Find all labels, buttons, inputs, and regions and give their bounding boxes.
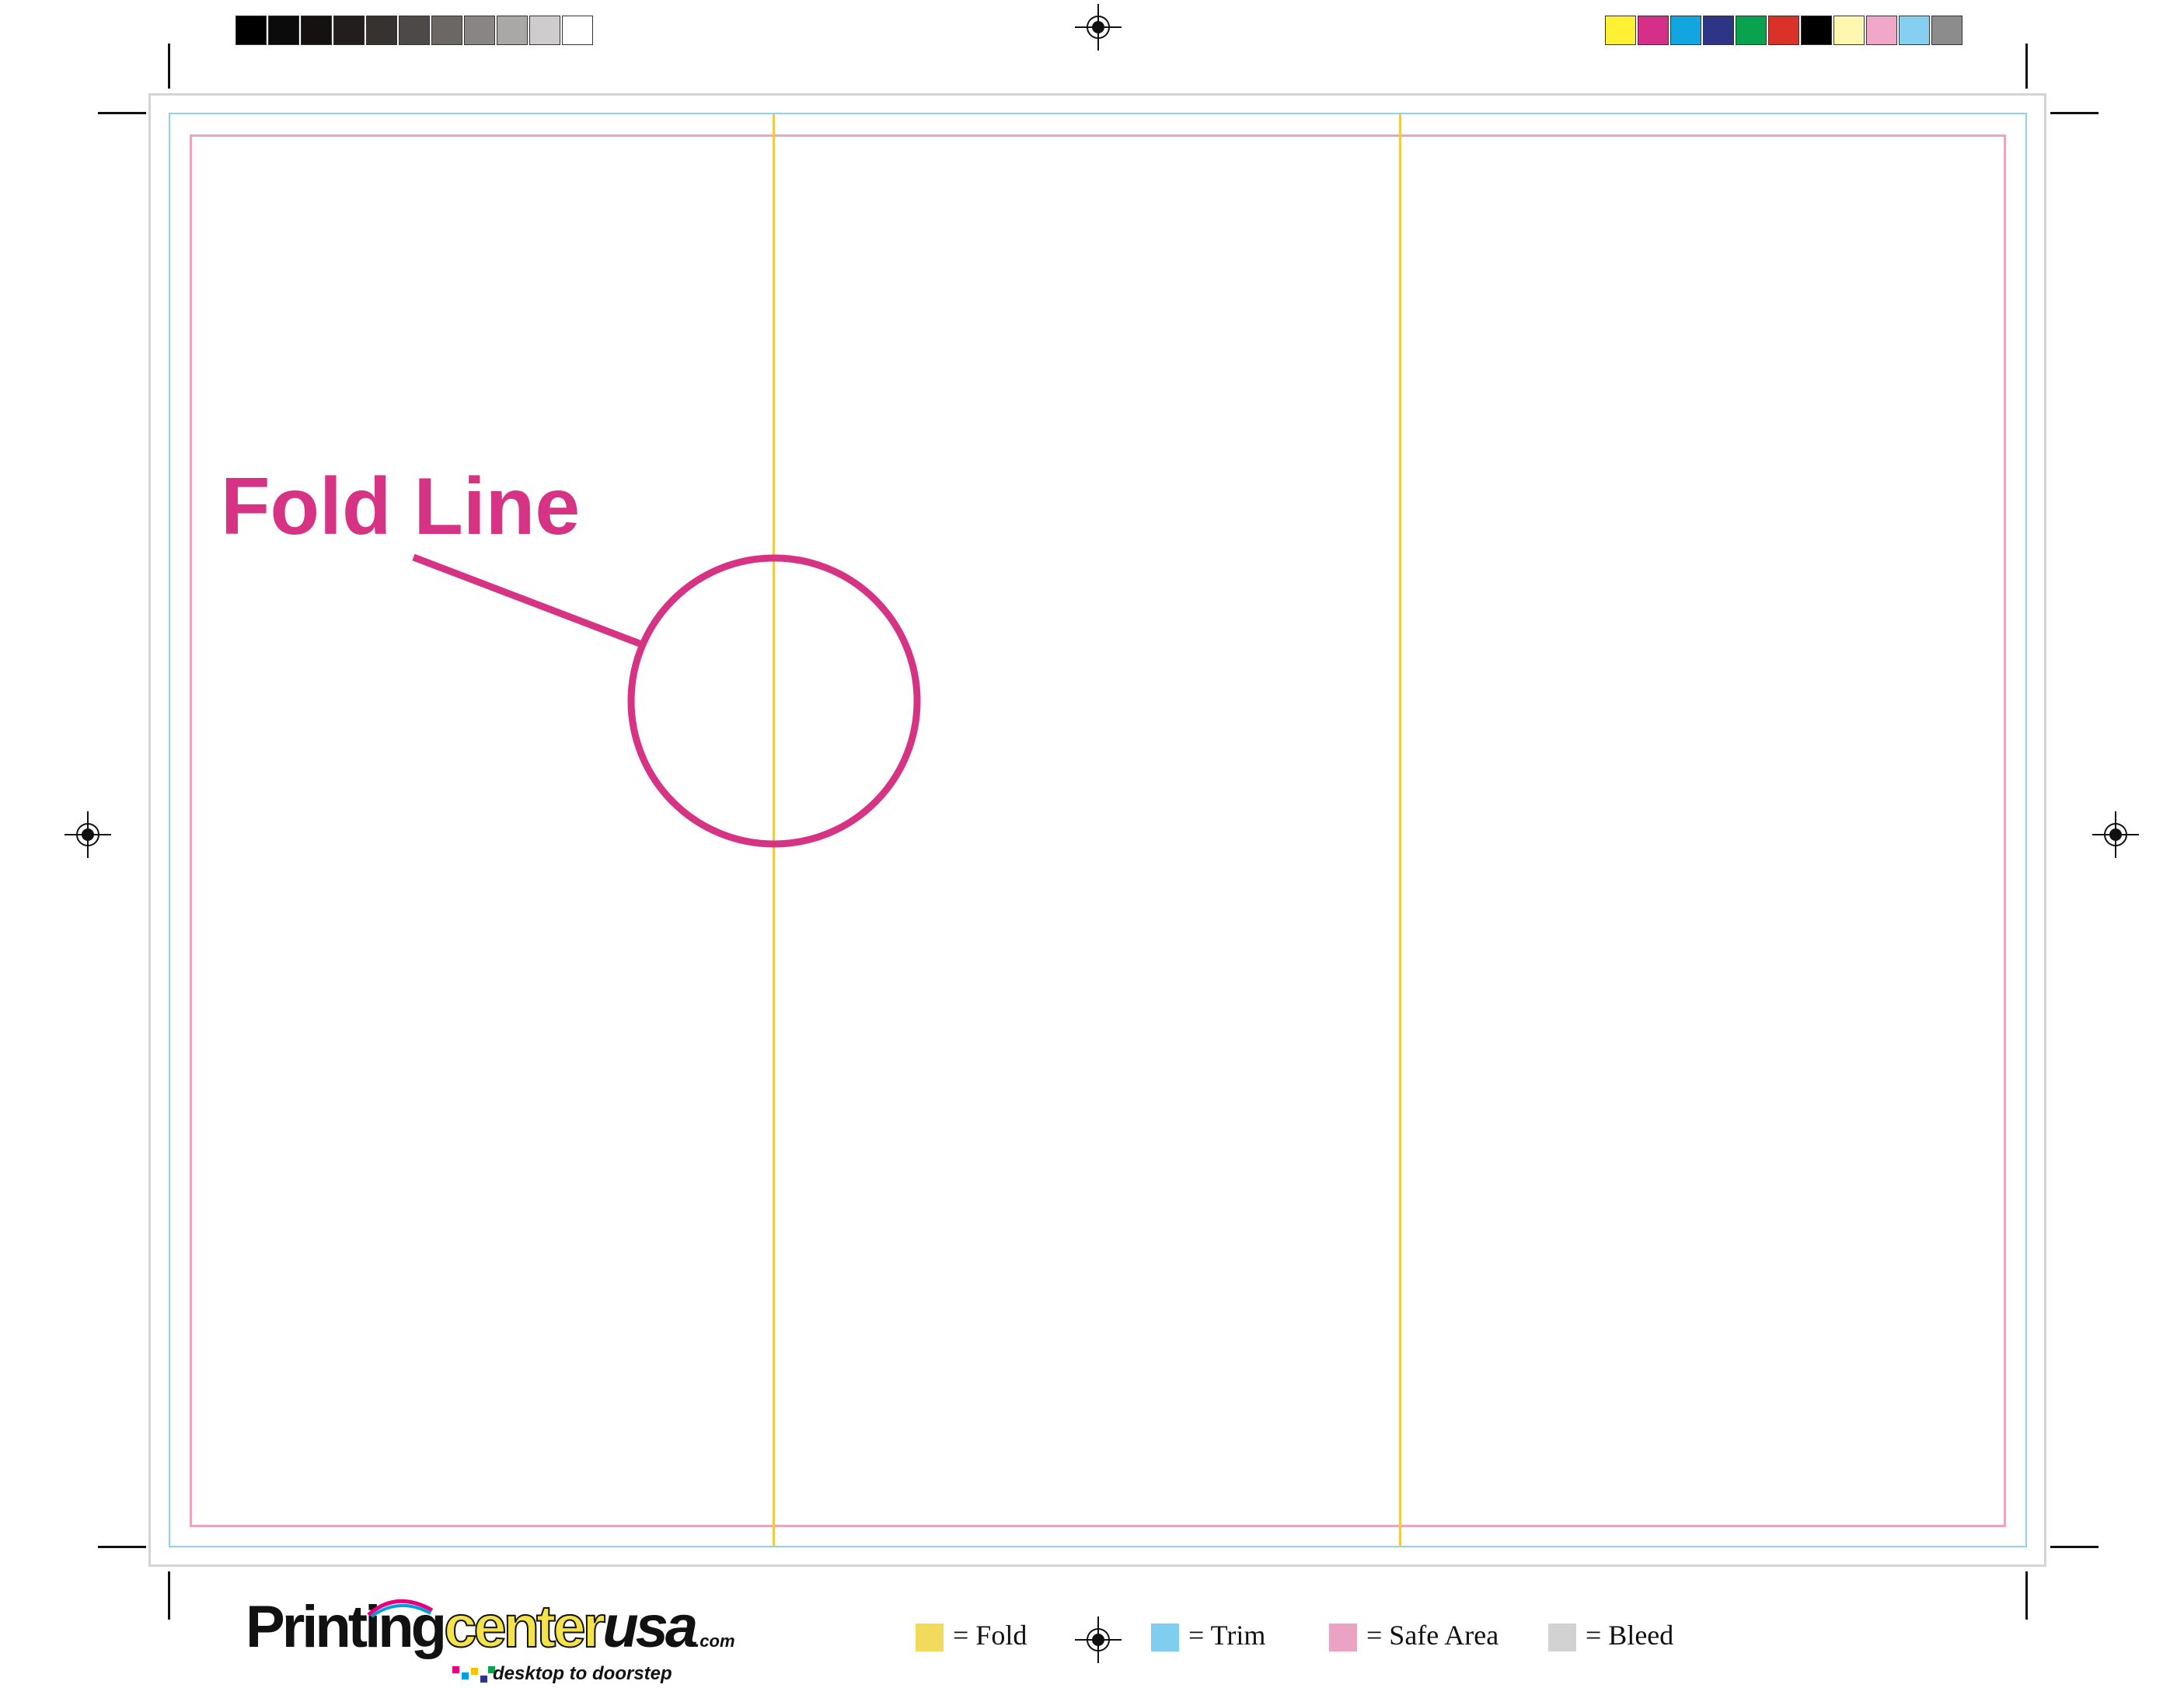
process-color-swatch bbox=[1768, 16, 1799, 45]
process-color-swatch bbox=[1736, 16, 1767, 45]
grayscale-swatch bbox=[562, 16, 593, 45]
legend-swatch-trim bbox=[1151, 1623, 1179, 1651]
grayscale-swatch bbox=[268, 16, 299, 45]
grayscale-swatch bbox=[333, 16, 365, 45]
printingcenterusa-logo: Printingcenterusa.com bbox=[246, 1597, 735, 1658]
process-color-swatch bbox=[1670, 16, 1701, 45]
grayscale-swatch bbox=[366, 16, 397, 45]
legend-swatch-fold bbox=[916, 1623, 944, 1651]
logo-text-com: .com bbox=[695, 1631, 735, 1651]
registration-mark-left bbox=[65, 811, 111, 858]
grayscale-swatch bbox=[235, 16, 267, 45]
crop-mark-bottom-right-vertical bbox=[2025, 1571, 2028, 1620]
legend-swatch-safe-area bbox=[1329, 1623, 1357, 1651]
grayscale-swatch bbox=[464, 16, 495, 45]
registration-mark-top bbox=[1075, 4, 1122, 51]
logo-confetti-graphic bbox=[452, 1666, 495, 1683]
grayscale-swatch bbox=[529, 16, 560, 45]
process-color-swatch bbox=[1899, 16, 1930, 45]
process-color-swatch bbox=[1703, 16, 1734, 45]
crop-mark-top-left-vertical bbox=[168, 44, 170, 89]
crop-mark-bottom-left-horizontal bbox=[98, 1546, 146, 1548]
callout-pointer-line bbox=[412, 553, 645, 649]
process-color-swatch bbox=[1931, 16, 1962, 45]
crop-mark-bottom-left-vertical bbox=[168, 1571, 170, 1620]
fold-line-callout-label: Fold Line bbox=[221, 462, 581, 552]
legend-label-safe-area: = Safe Area bbox=[1366, 1620, 1499, 1651]
crop-mark-top-right-vertical bbox=[2025, 44, 2028, 89]
registration-mark-right bbox=[2092, 811, 2139, 858]
crop-mark-top-left-horizontal bbox=[98, 112, 146, 114]
logo-text-center: center bbox=[443, 1594, 606, 1660]
logo-text-usa: usa bbox=[602, 1594, 698, 1660]
logo-tagline: desktop to doorstep bbox=[493, 1663, 672, 1684]
fold-line-callout-graphic bbox=[412, 553, 921, 848]
fold-line-right bbox=[1399, 114, 1401, 1546]
crop-mark-bottom-right-horizontal bbox=[2050, 1546, 2099, 1548]
callout-circle bbox=[627, 554, 921, 848]
legend-label-fold: = Fold bbox=[953, 1620, 1027, 1651]
grayscale-swatch bbox=[301, 16, 332, 45]
logo-arc-graphic bbox=[367, 1599, 434, 1618]
grayscale-swatch bbox=[399, 16, 430, 45]
registration-mark-bottom bbox=[1075, 1617, 1122, 1663]
legend-swatch-bleed bbox=[1548, 1623, 1576, 1651]
legend-label-trim: = Trim bbox=[1188, 1620, 1266, 1651]
grayscale-swatch bbox=[431, 16, 462, 45]
legend-label-bleed: = Bleed bbox=[1586, 1620, 1674, 1651]
process-color-swatch bbox=[1833, 16, 1865, 45]
process-color-swatch bbox=[1638, 16, 1669, 45]
process-color-swatch bbox=[1866, 16, 1897, 45]
process-color-swatch bbox=[1801, 16, 1832, 45]
grayscale-swatch bbox=[497, 16, 528, 45]
process-color-swatch bbox=[1605, 16, 1636, 45]
crop-mark-top-right-horizontal bbox=[2050, 112, 2099, 114]
